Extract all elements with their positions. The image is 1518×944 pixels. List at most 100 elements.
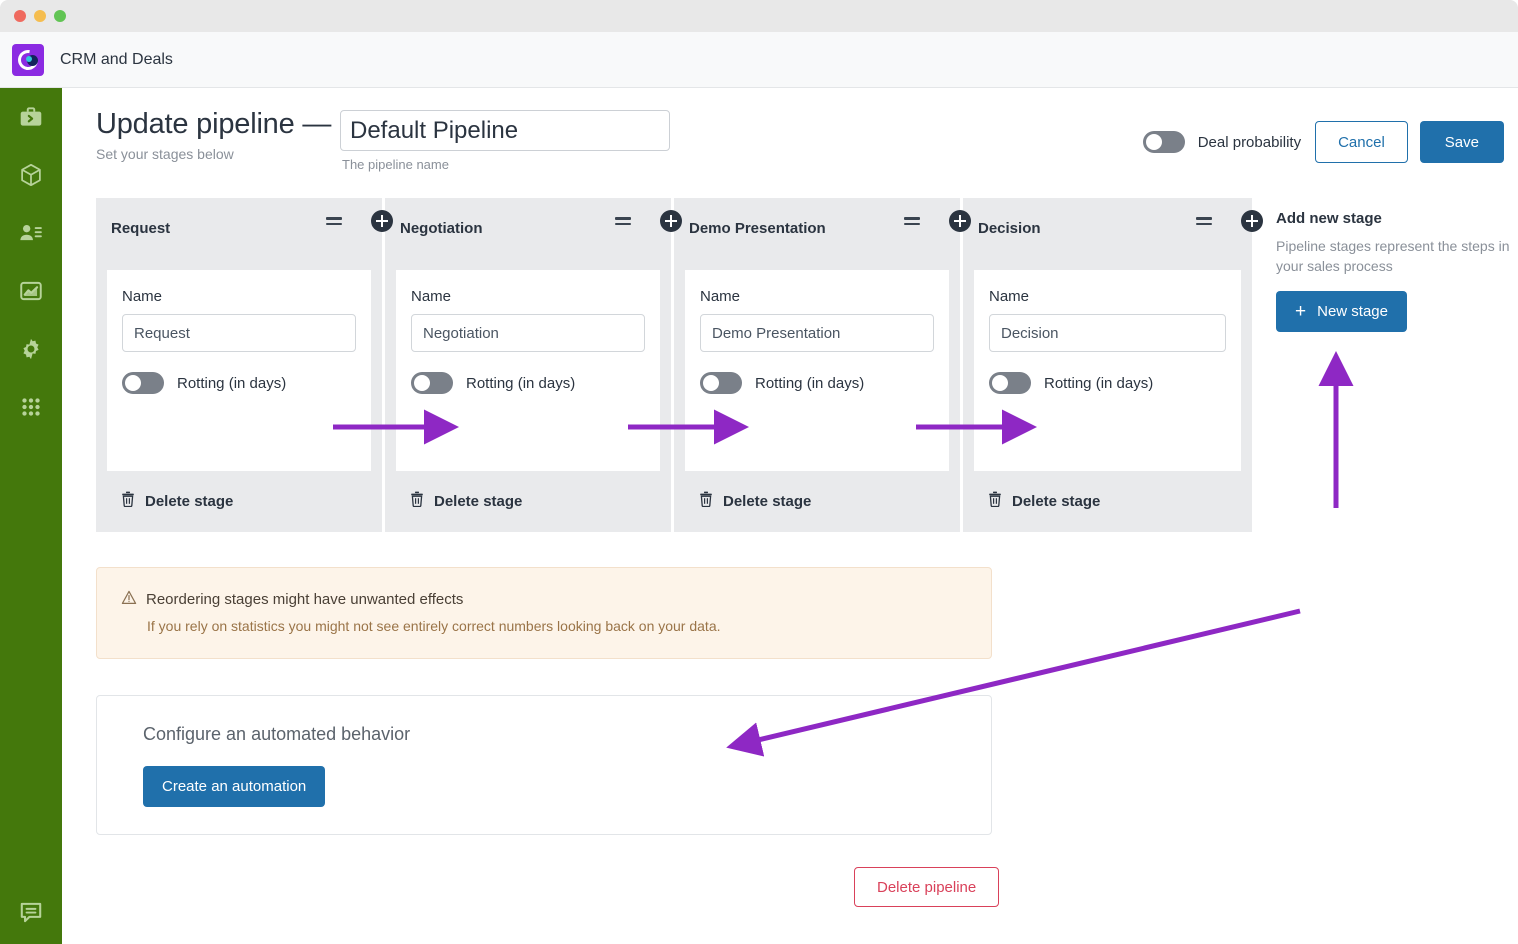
add-new-stage-panel: Add new stage Pipeline stages represent … xyxy=(1276,210,1518,332)
page-header: Update pipeline — Set your stages below xyxy=(96,108,331,162)
rotting-toggle[interactable] xyxy=(989,372,1031,394)
sidebar-item-apps[interactable] xyxy=(0,378,62,436)
trash-icon xyxy=(410,491,424,512)
sidebar-item-chat[interactable] xyxy=(0,890,62,938)
new-stage-button[interactable]: + New stage xyxy=(1276,291,1407,332)
delete-stage-button[interactable]: Delete stage xyxy=(385,471,671,532)
app-logo-icon xyxy=(12,44,44,76)
stage-card-1: Negotiation Name Rotting (in days) xyxy=(385,198,674,532)
page-subtitle: Set your stages below xyxy=(96,146,331,162)
reorder-warning-banner: Reordering stages might have unwanted ef… xyxy=(96,567,992,659)
automation-card: Configure an automated behavior Create a… xyxy=(96,695,992,835)
add-stage-after-button[interactable] xyxy=(949,210,971,232)
drag-handle-icon[interactable] xyxy=(326,217,342,228)
pipeline-name-group: The pipeline name xyxy=(340,110,670,172)
page-title: Update pipeline — xyxy=(96,108,331,141)
drag-handle-icon[interactable] xyxy=(615,217,631,228)
add-new-stage-description: Pipeline stages represent the steps in y… xyxy=(1276,236,1518,277)
sidebar xyxy=(0,88,62,944)
window-titlebar xyxy=(0,0,1518,32)
drag-handle-icon[interactable] xyxy=(1196,217,1212,228)
stage-header: Decision xyxy=(963,198,1252,270)
add-stage-after-button[interactable] xyxy=(1241,210,1263,232)
briefcase-icon xyxy=(18,104,44,130)
window-maximize-button[interactable] xyxy=(54,10,66,22)
trash-icon xyxy=(121,491,135,512)
stage-name-label: Name xyxy=(700,288,934,305)
sidebar-item-settings[interactable] xyxy=(0,320,62,378)
sidebar-item-deals[interactable] xyxy=(0,88,62,146)
automation-title: Configure an automated behavior xyxy=(143,724,991,745)
stage-name-input[interactable] xyxy=(700,314,934,352)
create-automation-button[interactable]: Create an automation xyxy=(143,766,325,807)
window-minimize-button[interactable] xyxy=(34,10,46,22)
plus-icon: + xyxy=(1295,302,1306,321)
save-button[interactable]: Save xyxy=(1420,121,1504,163)
stage-name-input[interactable] xyxy=(122,314,356,352)
rotting-row: Rotting (in days) xyxy=(989,372,1226,394)
warning-description: If you rely on statistics you might not … xyxy=(147,618,991,634)
add-stage-after-button[interactable] xyxy=(660,210,682,232)
stage-body: Name Rotting (in days) xyxy=(974,270,1241,471)
stage-body: Name Rotting (in days) xyxy=(107,270,371,471)
sidebar-item-contacts[interactable] xyxy=(0,204,62,262)
drag-handle-icon[interactable] xyxy=(904,217,920,228)
delete-stage-button[interactable]: Delete stage xyxy=(674,471,960,532)
rotting-toggle[interactable] xyxy=(122,372,164,394)
rotting-row: Rotting (in days) xyxy=(411,372,645,394)
stage-title: Decision xyxy=(978,220,1041,237)
deal-probability-toggle[interactable] xyxy=(1143,131,1185,153)
rotting-toggle[interactable] xyxy=(700,372,742,394)
stage-title: Negotiation xyxy=(400,220,483,237)
window-close-button[interactable] xyxy=(14,10,26,22)
rotting-label: Rotting (in days) xyxy=(1044,375,1153,392)
rotting-label: Rotting (in days) xyxy=(466,375,575,392)
pipeline-name-input[interactable] xyxy=(340,110,670,151)
sidebar-item-reports[interactable] xyxy=(0,262,62,320)
trash-icon xyxy=(988,491,1002,512)
delete-stage-button[interactable]: Delete stage xyxy=(96,471,382,532)
stage-title: Request xyxy=(111,220,170,237)
stage-body: Name Rotting (in days) xyxy=(685,270,949,471)
sidebar-item-products[interactable] xyxy=(0,146,62,204)
stage-header: Negotiation xyxy=(385,198,671,270)
delete-stage-label: Delete stage xyxy=(145,493,233,510)
rotting-toggle[interactable] xyxy=(411,372,453,394)
warning-title-row: Reordering stages might have unwanted ef… xyxy=(121,590,991,609)
chat-icon xyxy=(18,899,44,930)
header-actions: Deal probability Cancel Save xyxy=(1143,121,1504,163)
deal-probability-label: Deal probability xyxy=(1198,134,1301,151)
rotting-row: Rotting (in days) xyxy=(700,372,934,394)
stage-name-label: Name xyxy=(411,288,645,305)
app-title: CRM and Deals xyxy=(60,51,173,69)
add-stage-after-button[interactable] xyxy=(371,210,393,232)
gear-icon xyxy=(18,336,44,362)
trash-icon xyxy=(699,491,713,512)
stage-header: Demo Presentation xyxy=(674,198,960,270)
delete-stage-label: Delete stage xyxy=(1012,493,1100,510)
chart-icon xyxy=(18,278,44,304)
stage-name-input[interactable] xyxy=(411,314,645,352)
delete-stage-label: Delete stage xyxy=(434,493,522,510)
box-icon xyxy=(18,162,44,188)
rotting-row: Rotting (in days) xyxy=(122,372,356,394)
delete-pipeline-button[interactable]: Delete pipeline xyxy=(854,867,999,907)
delete-stage-button[interactable]: Delete stage xyxy=(963,471,1252,532)
stage-card-0: Request Name Rotting (in days) xyxy=(96,198,385,532)
rotting-label: Rotting (in days) xyxy=(755,375,864,392)
stage-name-label: Name xyxy=(122,288,356,305)
cancel-button[interactable]: Cancel xyxy=(1315,121,1408,163)
contacts-icon xyxy=(18,220,44,246)
stage-card-2: Demo Presentation Name Rotting (in days) xyxy=(674,198,963,532)
stage-body: Name Rotting (in days) xyxy=(396,270,660,471)
stage-name-input[interactable] xyxy=(989,314,1226,352)
add-new-stage-title: Add new stage xyxy=(1276,210,1518,227)
pipeline-name-help-text: The pipeline name xyxy=(342,157,670,172)
stage-name-label: Name xyxy=(989,288,1226,305)
stages-strip: Request Name Rotting (in days) xyxy=(96,198,1252,532)
grid-icon xyxy=(18,394,44,420)
stage-title: Demo Presentation xyxy=(689,220,826,237)
delete-stage-label: Delete stage xyxy=(723,493,811,510)
stage-header: Request xyxy=(96,198,382,270)
new-stage-button-label: New stage xyxy=(1317,303,1388,320)
